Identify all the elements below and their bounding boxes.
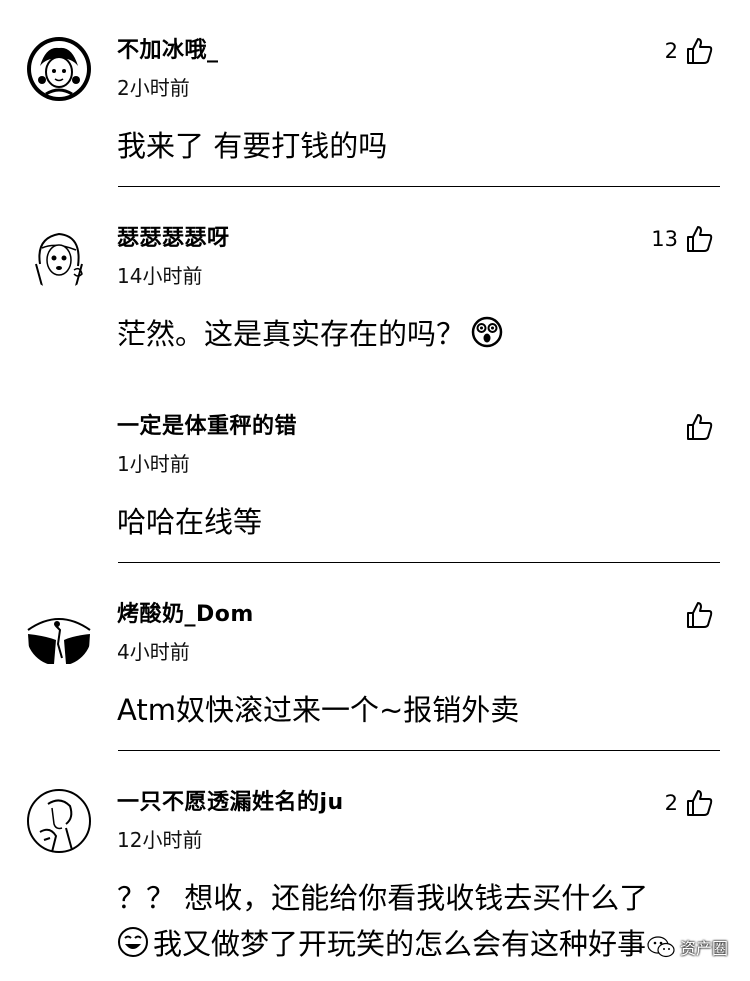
like-button[interactable]: 13 <box>651 224 714 254</box>
thumbs-up-icon <box>684 224 714 254</box>
comment-text: ？？ 想收，还能给你看我收钱去买什么了 <box>117 881 649 915</box>
comment-time: 12小时前 <box>117 828 203 852</box>
comment-username[interactable]: 不加冰哦_ <box>117 38 219 64</box>
comment-text: Atm奴快滚过来一个~报销外卖 <box>117 693 520 727</box>
thumbs-up-icon <box>684 600 714 630</box>
thumbs-up-icon <box>684 788 714 818</box>
thumbs-up-icon <box>684 36 714 66</box>
shocked-face-emoji-icon <box>471 316 503 348</box>
silhouette-figure-avatar-icon <box>27 618 91 664</box>
reply-time: 1小时前 <box>117 452 190 476</box>
sketch-girl-avatar-icon <box>35 232 83 287</box>
reply-text: 哈哈在线等 <box>117 505 263 539</box>
like-count: 2 <box>664 39 678 63</box>
comment-time: 4小时前 <box>117 640 190 664</box>
comment-text-body: 茫然。这是真实存在的吗？ <box>117 317 466 351</box>
divider <box>118 562 720 563</box>
user-avatar[interactable] <box>26 36 92 102</box>
like-button[interactable] <box>678 412 714 442</box>
comment-username[interactable]: 瑟瑟瑟瑟呀 <box>117 226 230 252</box>
user-avatar[interactable] <box>26 600 92 666</box>
watermark: 资产圈 <box>646 935 728 959</box>
user-avatar[interactable] <box>26 224 92 290</box>
like-count: 2 <box>664 791 678 815</box>
wechat-logo-icon <box>646 935 676 959</box>
divider <box>118 186 720 187</box>
comment-text-body: 我又做梦了开玩笑的怎么会有这种好事 <box>153 927 647 961</box>
line-drawing-avatar-icon <box>27 789 91 853</box>
comment-username[interactable]: 烤酸奶_Dom <box>117 602 254 628</box>
like-button[interactable]: 2 <box>665 788 714 818</box>
cartoon-girl-avatar-icon <box>27 37 91 101</box>
like-button[interactable]: 2 <box>665 36 714 66</box>
comment-time: 2小时前 <box>117 76 190 100</box>
comment-text-line-2: 我又做梦了开玩笑的怎么会有这种好事 <box>117 926 646 962</box>
comment-username[interactable]: 一只不愿透漏姓名的ju <box>117 790 344 816</box>
like-button[interactable] <box>678 600 714 630</box>
divider <box>118 750 720 751</box>
like-count: 13 <box>651 227 678 251</box>
comment-text: 茫然。这是真实存在的吗？ <box>117 316 503 352</box>
watermark-text: 资产圈 <box>679 939 728 958</box>
user-avatar[interactable] <box>26 788 92 854</box>
comment-time: 14小时前 <box>117 264 203 288</box>
reply-username[interactable]: 一定是体重秤的错 <box>117 414 297 440</box>
laughing-emoji-icon <box>117 926 149 958</box>
comment-text: 我来了 有要打钱的吗 <box>117 129 388 163</box>
thumbs-up-icon <box>684 412 714 442</box>
